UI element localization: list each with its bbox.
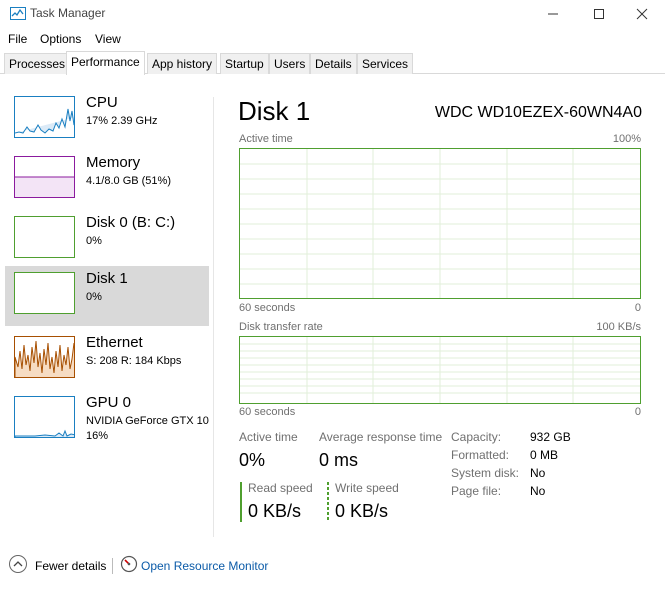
active-time-label: Active time <box>239 430 298 444</box>
disk0-thumbnail-graph <box>14 216 75 258</box>
disk-model: WDC WD10EZEX-60WN4A0 <box>434 104 642 121</box>
active-time-graph-label: Active time <box>239 133 293 145</box>
tab-startup[interactable]: Startup <box>220 53 269 74</box>
page-file-value: No <box>530 484 546 498</box>
gpu-thumbnail-graph <box>14 396 75 438</box>
sidebar-gpu-model: NVIDIA GeForce GTX 10( <box>86 415 209 427</box>
active-time-graph-max: 100% <box>612 133 641 145</box>
sidebar-disk0-name: Disk 0 (B: C:) <box>86 214 176 231</box>
read-speed-value: 0 KB/s <box>248 501 302 521</box>
memory-thumbnail-graph <box>14 156 75 198</box>
formatted-value: 0 MB <box>530 448 559 462</box>
transfer-rate-graph-label: Disk transfer rate <box>239 321 323 333</box>
sidebar-item-ethernet[interactable]: Ethernet S: 208 R: 184 Kbps <box>5 330 209 390</box>
sidebar-divider <box>213 97 214 537</box>
footer-bar: Fewer details Open Resource Monitor <box>0 550 665 580</box>
sidebar-memory-value: 4.1/8.0 GB (51%) <box>86 175 171 187</box>
task-manager-window: Task Manager File Options View Processes… <box>0 0 665 590</box>
fewer-details-button[interactable]: Fewer details <box>35 559 106 573</box>
sidebar-item-disk0[interactable]: Disk 0 (B: C:) 0% <box>5 210 209 270</box>
task-manager-icon <box>10 7 26 20</box>
resource-monitor-icon[interactable] <box>120 555 138 573</box>
sidebar-memory-name: Memory <box>86 154 141 171</box>
title-bar: Task Manager <box>0 0 665 28</box>
minimize-icon <box>548 13 558 15</box>
system-disk-value: No <box>530 466 546 480</box>
cpu-thumbnail-graph <box>14 96 75 138</box>
chevron-up-icon[interactable] <box>9 555 27 573</box>
tab-app-history[interactable]: App history <box>147 53 218 74</box>
write-speed-value: 0 KB/s <box>335 501 389 521</box>
tab-services[interactable]: Services <box>357 53 414 74</box>
write-speed-indicator <box>327 482 329 522</box>
active-time-graph <box>239 148 641 299</box>
tab-processes[interactable]: Processes <box>4 53 71 74</box>
tab-details[interactable]: Details <box>310 53 357 74</box>
transfer-rate-graph <box>239 336 641 404</box>
sidebar-disk1-value: 0% <box>86 291 102 303</box>
footer-divider <box>112 558 113 574</box>
sidebar-ethernet-name: Ethernet <box>86 334 143 351</box>
read-speed-indicator <box>240 482 242 522</box>
sidebar-ethernet-value: S: 208 R: 184 Kbps <box>86 355 182 367</box>
menu-view[interactable]: View <box>95 32 121 46</box>
write-speed-label: Write speed <box>335 481 399 495</box>
sidebar-cpu-value: 17% 2.39 GHz <box>86 115 158 127</box>
tab-bar: Processes Performance App history Startu… <box>0 51 665 75</box>
page-title: Disk 1 <box>238 96 311 126</box>
menu-file[interactable]: File <box>8 32 27 46</box>
sidebar-disk1-name: Disk 1 <box>86 270 128 287</box>
sidebar-item-cpu[interactable]: CPU 17% 2.39 GHz <box>5 90 209 150</box>
close-button[interactable] <box>619 0 665 28</box>
transfer-rate-graph-max: 100 KB/s <box>596 321 641 333</box>
active-time-graph-min: 0 <box>634 302 641 314</box>
avg-response-label: Average response time <box>319 430 443 444</box>
sidebar-item-disk1[interactable]: Disk 1 0% <box>5 266 209 326</box>
sidebar-cpu-name: CPU <box>86 94 118 111</box>
transfer-rate-graph-min: 0 <box>634 406 641 418</box>
tab-performance[interactable]: Performance <box>66 51 145 75</box>
avg-response-value: 0 ms <box>319 450 359 470</box>
open-resource-monitor-link[interactable]: Open Resource Monitor <box>141 559 268 573</box>
read-speed-label: Read speed <box>248 481 313 495</box>
maximize-button[interactable] <box>576 0 622 28</box>
sidebar-disk0-value: 0% <box>86 235 102 247</box>
sidebar-item-gpu0[interactable]: GPU 0 NVIDIA GeForce GTX 10( 16% <box>5 390 209 450</box>
sidebar-gpu-value: 16% <box>86 430 109 442</box>
active-time-graph-time: 60 seconds <box>239 302 296 314</box>
maximize-icon <box>594 9 604 19</box>
tab-users[interactable]: Users <box>269 53 311 74</box>
capacity-label: Capacity: <box>451 430 502 444</box>
sidebar-gpu-name: GPU 0 <box>86 394 132 411</box>
transfer-rate-graph-time: 60 seconds <box>239 406 296 418</box>
active-time-value: 0% <box>239 450 266 470</box>
page-file-label: Page file: <box>451 484 502 498</box>
disk1-thumbnail-graph <box>14 272 75 314</box>
close-icon <box>636 8 648 20</box>
sidebar-item-memory[interactable]: Memory 4.1/8.0 GB (51%) <box>5 150 209 210</box>
menu-bar: File Options View <box>0 29 665 49</box>
capacity-value: 932 GB <box>530 430 571 444</box>
system-disk-label: System disk: <box>451 466 520 480</box>
minimize-button[interactable] <box>530 0 576 28</box>
resource-sidebar: CPU 17% 2.39 GHz Memory 4.1/8.0 GB (51%)… <box>0 90 213 530</box>
menu-options[interactable]: Options <box>40 32 81 46</box>
formatted-label: Formatted: <box>451 448 510 462</box>
window-title: Task Manager <box>30 6 106 20</box>
ethernet-thumbnail-graph <box>14 336 75 378</box>
